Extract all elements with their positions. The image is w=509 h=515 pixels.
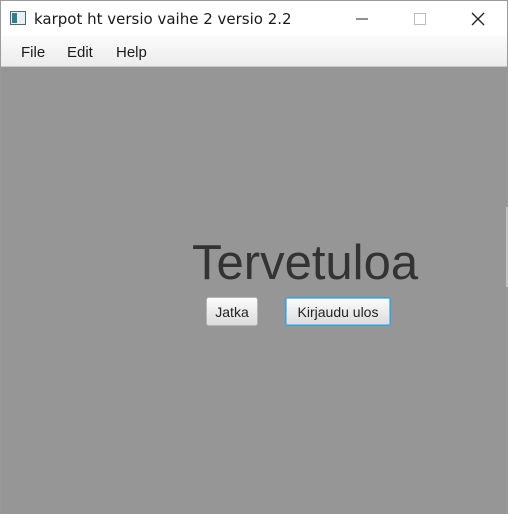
menu-bar: File Edit Help [1, 36, 507, 67]
window-edge [506, 207, 508, 287]
welcome-heading: Tervetuloa [192, 236, 419, 290]
logout-button[interactable]: Kirjaudu ulos [285, 297, 391, 326]
menu-help[interactable]: Help [116, 44, 147, 61]
minimize-icon [356, 18, 368, 19]
java-app-icon [10, 11, 26, 25]
close-icon [471, 12, 485, 25]
menu-edit[interactable]: Edit [67, 44, 93, 61]
continue-button[interactable]: Jatka [206, 297, 258, 326]
menu-file[interactable]: File [21, 44, 45, 61]
minimize-button[interactable] [333, 1, 391, 36]
main-content: Tervetuloa Jatka Kirjaudu ulos [1, 67, 508, 514]
app-window: karpot ht versio vaihe 2 versio 2.2 File… [0, 0, 508, 514]
maximize-button[interactable] [391, 1, 449, 36]
title-bar[interactable]: karpot ht versio vaihe 2 versio 2.2 [1, 1, 507, 36]
maximize-icon [414, 12, 426, 25]
close-button[interactable] [449, 1, 507, 36]
window-title: karpot ht versio vaihe 2 versio 2.2 [34, 10, 292, 28]
